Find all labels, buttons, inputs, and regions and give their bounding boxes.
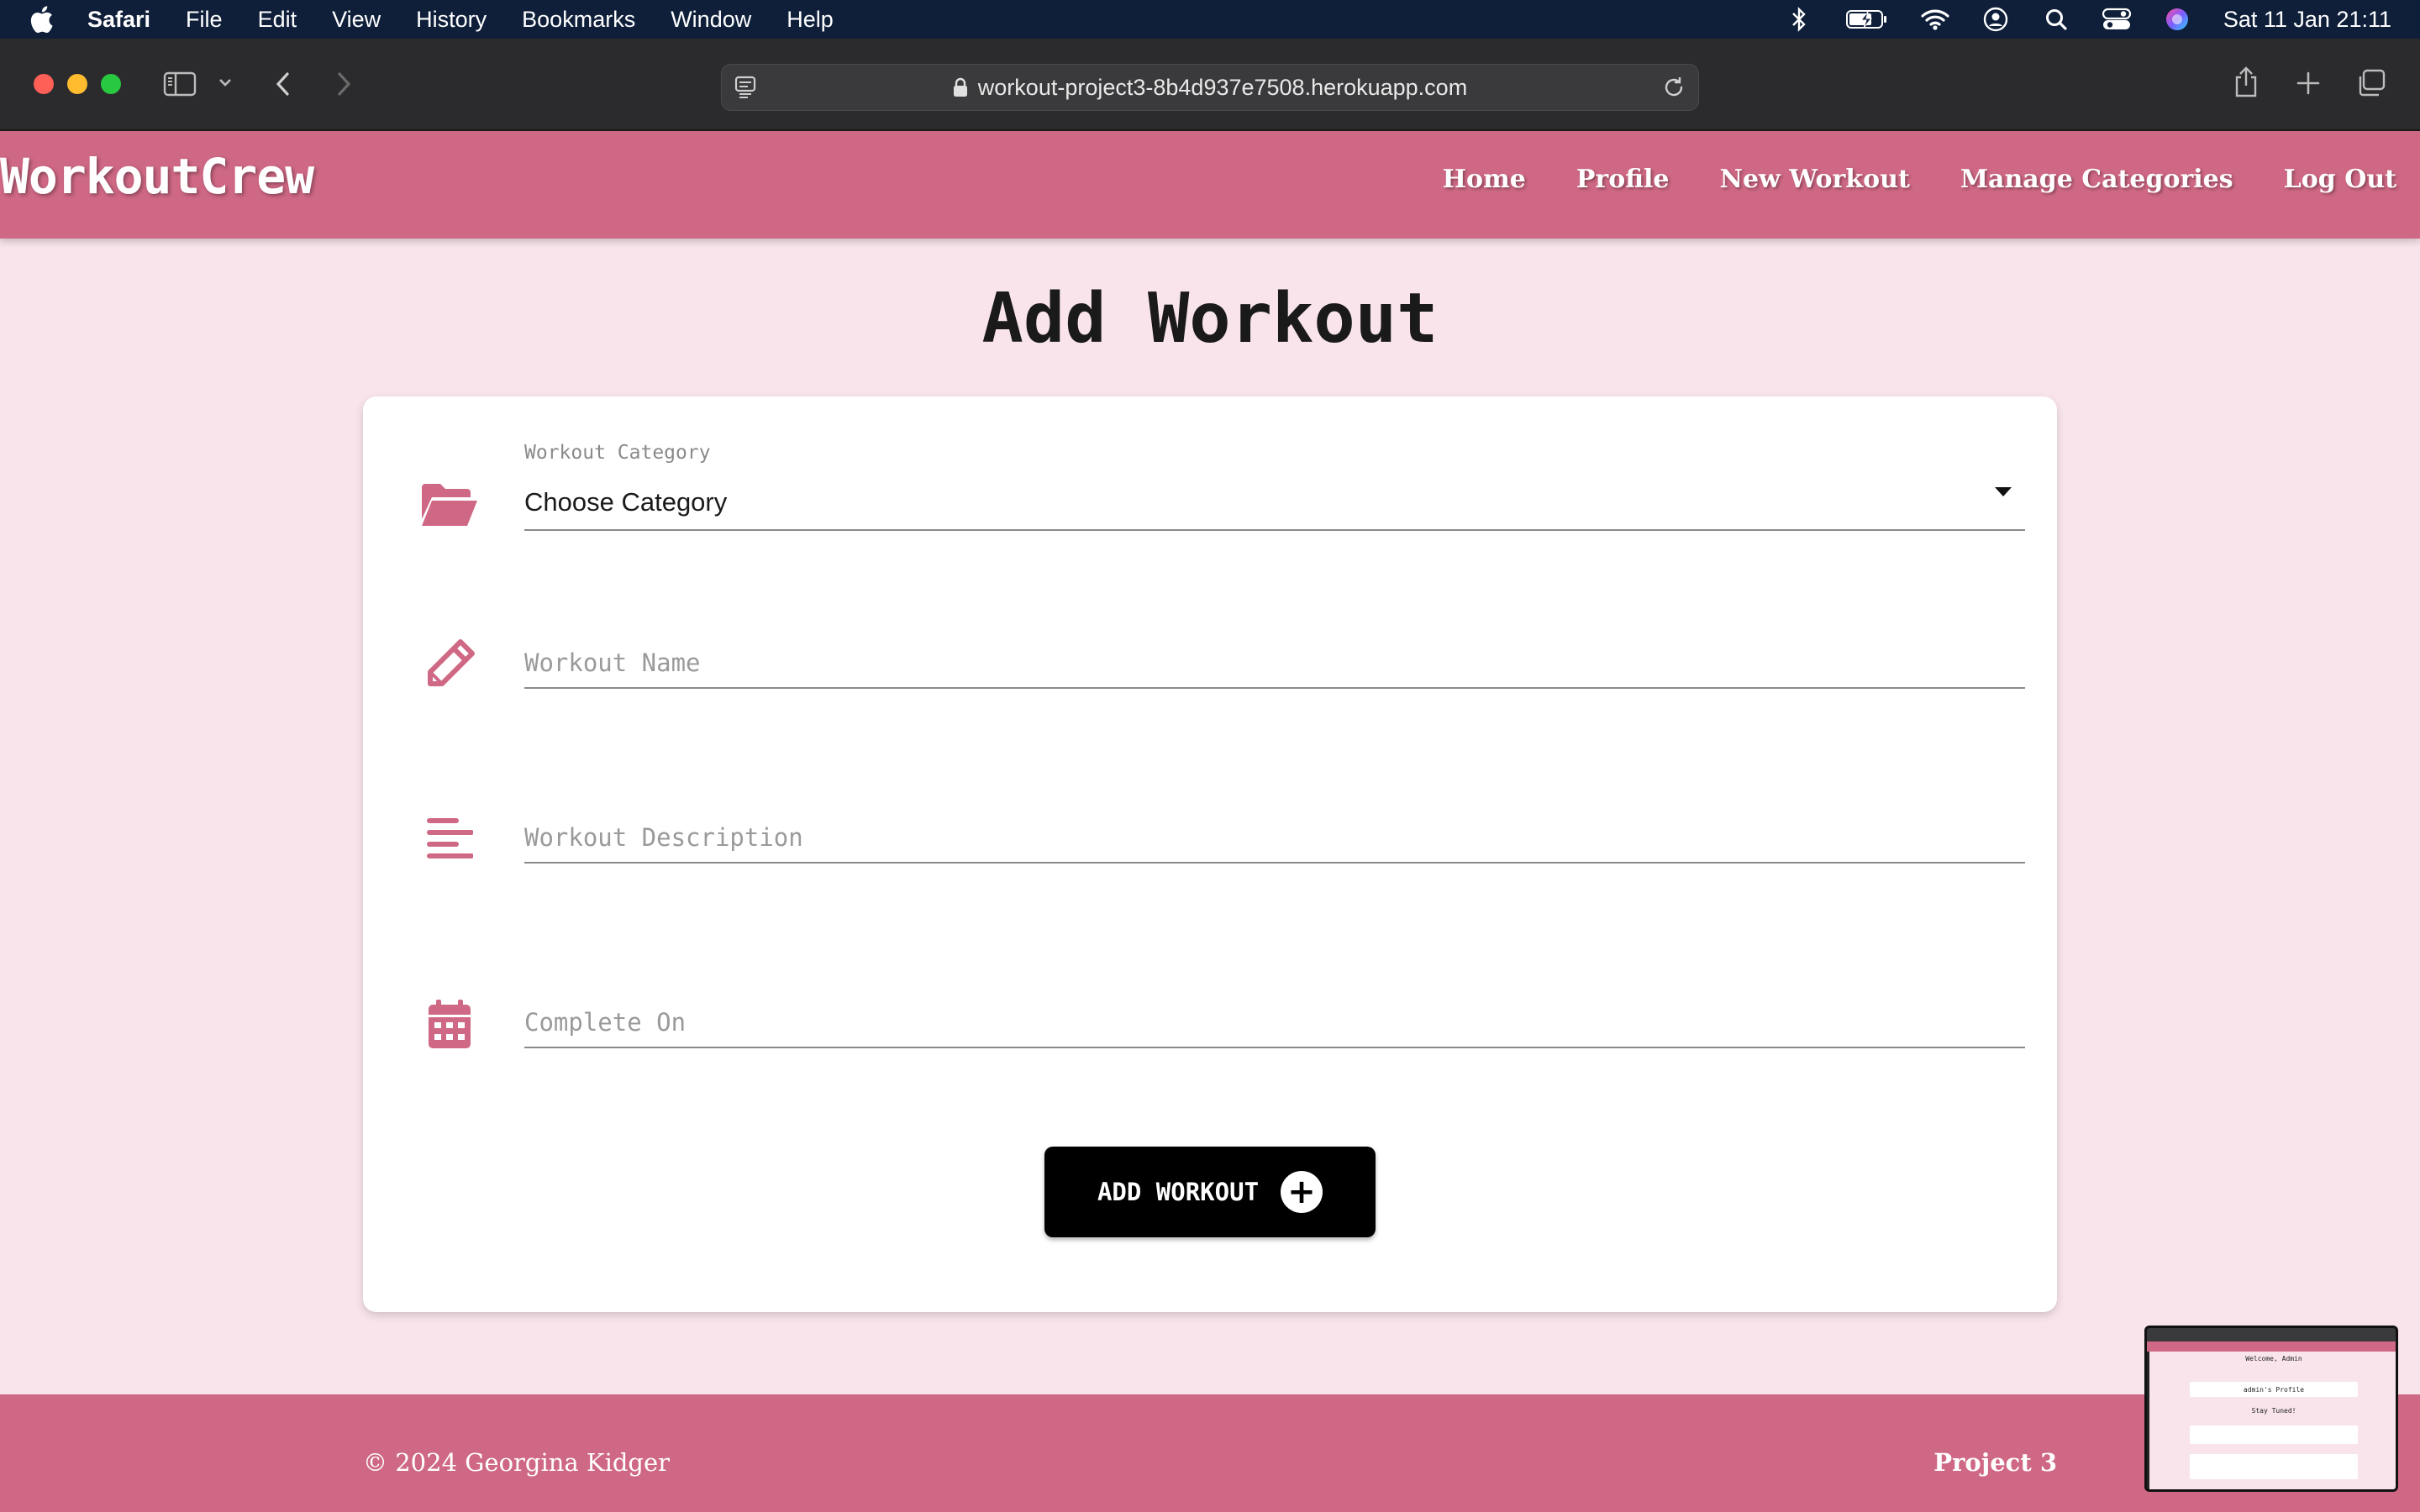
- thumbnail-card-2: [2190, 1454, 2358, 1479]
- add-workout-button[interactable]: ADD WORKOUT +: [1044, 1147, 1376, 1237]
- thumbnail-stay-tuned: Stay Tuned!: [2251, 1407, 2296, 1415]
- sidebar-toggle-icon[interactable]: [163, 71, 197, 97]
- nav-profile[interactable]: Profile: [1576, 165, 1670, 194]
- page-title: Add Workout: [981, 279, 1439, 359]
- back-arrow-icon[interactable]: [272, 71, 294, 97]
- bluetooth-icon[interactable]: [1785, 5, 1813, 34]
- workout-name-field: Workout Name: [420, 635, 2025, 736]
- workout-description-input[interactable]: Workout Description: [524, 810, 2025, 864]
- battery-icon[interactable]: [1845, 5, 1889, 34]
- nav-home[interactable]: Home: [1443, 165, 1526, 194]
- tab-overview-icon[interactable]: [2356, 69, 2386, 97]
- menu-file[interactable]: File: [186, 7, 223, 33]
- thumbnail-browser-bar: [2147, 1328, 2396, 1341]
- minimize-window-button[interactable]: [67, 74, 87, 94]
- calendar-icon: [420, 995, 479, 1053]
- workout-name-placeholder: Workout Name: [524, 648, 701, 677]
- complete-on-input[interactable]: Complete On: [524, 995, 2025, 1048]
- thumbnail-profile: admin's Profile: [2190, 1382, 2358, 1397]
- user-account-icon[interactable]: [1981, 5, 2010, 34]
- complete-on-field: Complete On: [420, 995, 2025, 1095]
- workout-description-field: Workout Description: [420, 810, 2025, 911]
- new-tab-icon[interactable]: [2296, 71, 2321, 96]
- page-menu-icon[interactable]: [734, 75, 757, 106]
- reload-icon[interactable]: [1661, 75, 1686, 106]
- menu-window[interactable]: Window: [671, 7, 751, 33]
- folder-open-icon: [420, 475, 479, 534]
- category-field: Workout Category Choose Category: [420, 438, 2025, 556]
- site-footer: © 2024 Georgina Kidger Project 3: [0, 1394, 2420, 1512]
- apple-icon[interactable]: [29, 4, 59, 34]
- zoom-window-button[interactable]: [101, 74, 121, 94]
- add-workout-form: Workout Category Choose Category Workout…: [363, 396, 2057, 1312]
- close-window-button[interactable]: [34, 74, 54, 94]
- address-bar[interactable]: workout-project3-8b4d937e7508.herokuapp.…: [721, 64, 1699, 111]
- menubar-clock[interactable]: Sat 11 Jan 21:11: [2223, 7, 2391, 33]
- menu-help[interactable]: Help: [786, 7, 834, 33]
- brand-logo[interactable]: WorkoutCrew: [0, 148, 314, 205]
- thumbnail-card: [2190, 1425, 2358, 1444]
- wifi-icon[interactable]: [1921, 5, 1949, 34]
- siri-icon[interactable]: [2163, 5, 2191, 34]
- main-nav: Home Profile New Workout Manage Categori…: [1392, 165, 2396, 194]
- menu-edit[interactable]: Edit: [258, 7, 297, 33]
- menu-view[interactable]: View: [332, 7, 381, 33]
- share-icon[interactable]: [2232, 66, 2260, 99]
- footer-copyright: © 2024 Georgina Kidger: [363, 1448, 671, 1477]
- url-text[interactable]: workout-project3-8b4d937e7508.herokuapp.…: [978, 75, 1467, 101]
- forward-arrow-icon[interactable]: [333, 71, 355, 97]
- site-header: WorkoutCrew Home Profile New Workout Man…: [0, 131, 2420, 239]
- nav-log-out[interactable]: Log Out: [2284, 165, 2396, 194]
- browser-toolbar: workout-project3-8b4d937e7508.herokuapp.…: [0, 39, 2420, 131]
- nav-new-workout[interactable]: New Workout: [1720, 165, 1910, 194]
- category-label: Workout Category: [524, 442, 711, 464]
- thumbnail-page: Welcome, Admin admin's Profile Stay Tune…: [2149, 1352, 2396, 1489]
- nav-manage-categories[interactable]: Manage Categories: [1960, 165, 2233, 194]
- align-left-icon: [420, 810, 479, 869]
- category-select-value: Choose Category: [524, 487, 728, 517]
- control-center-icon[interactable]: [2102, 5, 2131, 34]
- pencil-icon: [420, 635, 479, 694]
- workout-description-placeholder: Workout Description: [524, 823, 803, 852]
- plus-circle-icon: +: [1281, 1171, 1323, 1213]
- screenshot-thumbnail[interactable]: Welcome, Admin admin's Profile Stay Tune…: [2144, 1326, 2398, 1492]
- category-select[interactable]: Choose Category: [524, 474, 2025, 531]
- lock-icon: [953, 77, 968, 97]
- workout-name-input[interactable]: Workout Name: [524, 635, 2025, 689]
- thumbnail-header: [2147, 1341, 2396, 1352]
- complete-on-placeholder: Complete On: [524, 1008, 687, 1037]
- caret-down-icon: [1995, 487, 2012, 496]
- footer-project-link[interactable]: Project 3: [1933, 1448, 2057, 1477]
- macos-menu-bar: Safari File Edit View History Bookmarks …: [0, 0, 2420, 39]
- menu-bookmarks[interactable]: Bookmarks: [522, 7, 635, 33]
- menu-history[interactable]: History: [416, 7, 487, 33]
- chevron-down-icon[interactable]: [217, 76, 234, 89]
- menu-app-name[interactable]: Safari: [87, 7, 150, 33]
- thumbnail-welcome: Welcome, Admin: [2245, 1355, 2302, 1362]
- add-workout-button-label: ADD WORKOUT: [1097, 1178, 1260, 1206]
- search-icon[interactable]: [2042, 5, 2070, 34]
